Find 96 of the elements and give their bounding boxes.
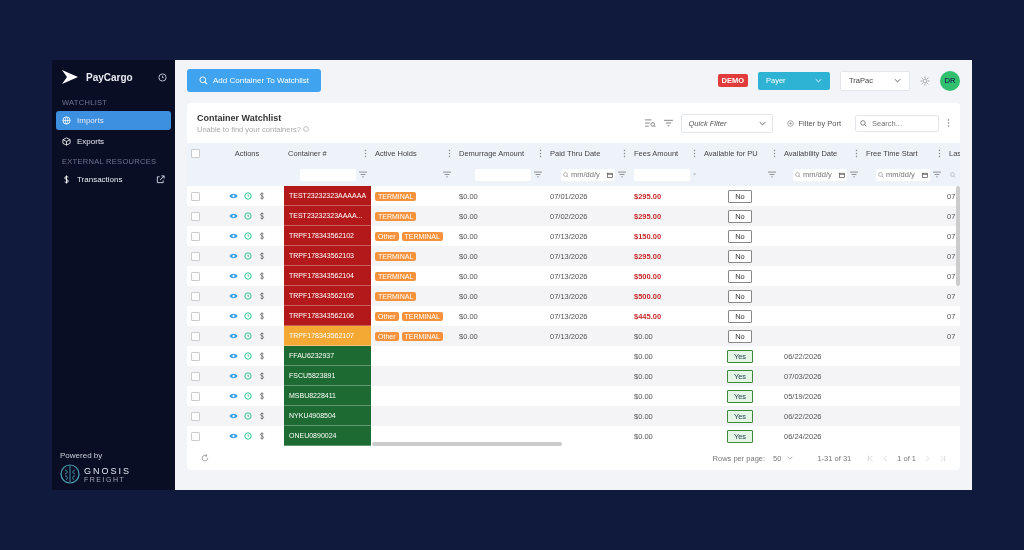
dollar-icon[interactable]	[257, 432, 266, 440]
history-icon[interactable]	[243, 292, 252, 300]
row-checkbox[interactable]	[191, 311, 200, 321]
dollar-icon[interactable]	[257, 372, 266, 380]
history-icon[interactable]	[243, 352, 252, 360]
refresh-icon[interactable]	[201, 454, 209, 462]
view-icon[interactable]	[228, 313, 238, 319]
search-icon[interactable]	[950, 171, 956, 178]
row-checkbox[interactable]	[191, 211, 200, 221]
history-icon[interactable]	[243, 412, 252, 420]
dollar-icon[interactable]	[257, 272, 266, 280]
history-icon[interactable]	[243, 192, 252, 200]
search-icon	[563, 171, 569, 178]
history-icon[interactable]	[243, 212, 252, 220]
calendar-icon[interactable]	[922, 171, 928, 178]
dollar-icon[interactable]	[257, 192, 266, 200]
first-page-icon[interactable]	[867, 454, 875, 462]
filter-icon[interactable]	[359, 171, 367, 178]
row-checkbox[interactable]	[191, 431, 200, 441]
dollar-icon[interactable]	[257, 352, 266, 360]
calendar-icon[interactable]	[607, 171, 613, 178]
dollar-icon[interactable]	[257, 332, 266, 340]
row-checkbox[interactable]	[191, 411, 200, 421]
target-icon	[787, 119, 795, 127]
partner-name: GNOSIS	[84, 465, 131, 476]
dollar-icon[interactable]	[257, 292, 266, 300]
row-checkbox[interactable]	[191, 251, 200, 261]
view-icon[interactable]	[228, 393, 238, 399]
caret-icon	[815, 78, 822, 83]
dollar-icon[interactable]	[257, 392, 266, 400]
row-checkbox[interactable]	[191, 271, 200, 281]
filter-icon[interactable]	[618, 171, 626, 178]
nav-item[interactable]: Exports	[56, 132, 171, 151]
view-icon[interactable]	[228, 433, 238, 439]
view-icon[interactable]	[228, 373, 238, 379]
filter-icon[interactable]	[933, 171, 941, 178]
column-search-icon[interactable]	[645, 118, 657, 128]
filter-icon[interactable]	[850, 171, 858, 178]
view-icon[interactable]	[228, 413, 238, 419]
caret-icon	[759, 120, 767, 126]
dollar-icon[interactable]	[257, 312, 266, 320]
history-icon[interactable]	[243, 332, 252, 340]
row-checkbox[interactable]	[191, 331, 200, 341]
box-icon	[62, 137, 71, 146]
powered-by-text: Powered by	[59, 451, 104, 462]
filter-icon[interactable]	[664, 119, 674, 127]
view-icon[interactable]	[228, 213, 238, 219]
view-icon[interactable]	[228, 353, 238, 359]
brain-icon	[60, 464, 80, 484]
logo-icon	[62, 70, 78, 84]
dollar-icon[interactable]	[257, 252, 266, 260]
view-icon[interactable]	[228, 293, 238, 299]
history-icon[interactable]	[243, 392, 252, 400]
more-icon[interactable]	[947, 118, 950, 128]
view-icon[interactable]	[228, 333, 238, 339]
dollar-icon	[62, 175, 71, 184]
history-icon[interactable]	[243, 312, 252, 320]
globe-icon	[62, 116, 71, 125]
dollar-icon[interactable]	[257, 412, 266, 420]
help-icon	[302, 125, 309, 132]
view-icon[interactable]	[228, 233, 238, 239]
filter-icon[interactable]	[768, 171, 776, 178]
caret-icon	[894, 78, 901, 83]
history-icon[interactable]	[243, 272, 252, 280]
nav-item[interactable]: Transactions	[56, 170, 171, 189]
search-icon	[878, 171, 884, 178]
history-icon[interactable]	[243, 232, 252, 240]
search-icon	[795, 171, 801, 178]
row-checkbox[interactable]	[191, 291, 200, 301]
history-icon[interactable]	[243, 372, 252, 380]
search-icon	[199, 76, 208, 85]
card-title: Container Watchlist	[197, 112, 283, 123]
calendar-icon[interactable]	[839, 171, 845, 178]
view-icon[interactable]	[228, 253, 238, 259]
view-icon[interactable]	[228, 193, 238, 199]
last-page-icon[interactable]	[939, 454, 946, 462]
row-checkbox[interactable]	[191, 371, 200, 381]
clock-icon[interactable]	[158, 72, 167, 82]
history-icon[interactable]	[243, 432, 252, 440]
brand-name: PayCargo	[86, 71, 134, 83]
row-checkbox[interactable]	[191, 191, 200, 201]
history-icon[interactable]	[243, 252, 252, 260]
search-icon	[860, 119, 867, 127]
row-checkbox[interactable]	[191, 391, 200, 401]
horizontal-scrollbar[interactable]	[372, 442, 562, 446]
row-checkbox[interactable]	[191, 351, 200, 361]
filter-icon[interactable]	[534, 171, 542, 178]
dollar-icon[interactable]	[257, 232, 266, 240]
caret-icon	[787, 456, 794, 460]
dollar-icon[interactable]	[257, 212, 266, 220]
select-all-checkbox[interactable]	[191, 148, 200, 158]
vertical-scrollbar[interactable]	[956, 186, 960, 286]
row-checkbox[interactable]	[191, 231, 200, 241]
theme-toggle-icon[interactable]	[920, 75, 930, 86]
view-icon[interactable]	[228, 273, 238, 279]
filter-icon[interactable]	[443, 171, 451, 178]
